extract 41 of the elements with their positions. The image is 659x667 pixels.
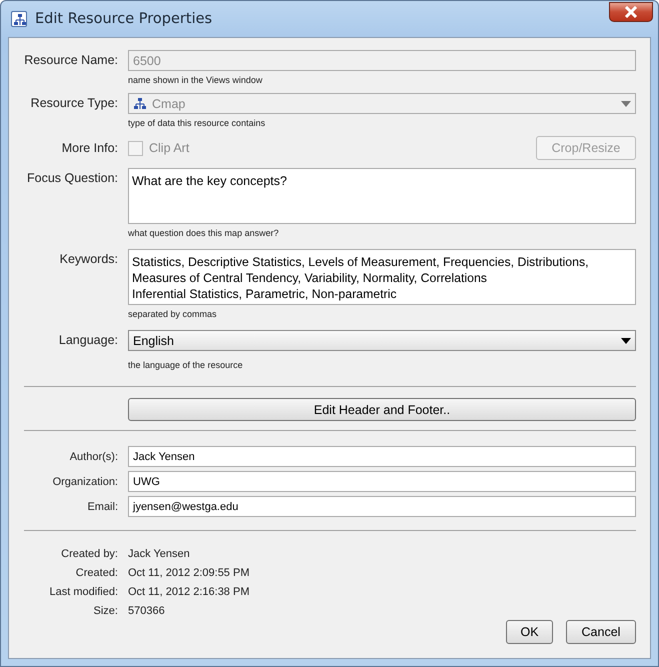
- language-dropdown[interactable]: English: [128, 330, 636, 351]
- field-label: Author(s):: [68, 450, 118, 462]
- edit-header-footer-button[interactable]: Edit Header and Footer..: [128, 398, 636, 421]
- text-field[interactable]: UWG: [128, 471, 636, 492]
- field-hint: the language of the resource: [128, 360, 243, 370]
- field-label: Keywords:: [58, 251, 118, 266]
- dropdown-arrow-icon: [621, 338, 631, 344]
- field-label: Email:: [86, 500, 118, 512]
- field-label: Resource Type:: [30, 95, 118, 110]
- cmap-icon: [133, 96, 147, 110]
- keywords-line: Inferential Statistics, Parametric, Non-parametric: [132, 286, 396, 302]
- window-title: Edit Resource Properties: [35, 11, 214, 27]
- field-hint: name shown in the Views window: [128, 75, 262, 85]
- field-label: Language:: [58, 332, 118, 347]
- dropdown-arrow-icon: [621, 100, 631, 106]
- info-label: Created by:: [60, 548, 118, 560]
- field-label: More Info:: [60, 140, 118, 155]
- field-hint: separated by commas: [128, 309, 217, 319]
- field-hint: type of data this resource contains: [128, 118, 266, 128]
- keywords-field[interactable]: [128, 249, 636, 305]
- close-icon: [624, 6, 638, 18]
- info-value: 570366: [128, 604, 165, 616]
- text-field[interactable]: Jack Yensen: [128, 446, 636, 467]
- keywords-line: Statistics, Descriptive Statistics, Levels of Measurement, Frequencies, Distributions,: [132, 254, 589, 270]
- field-label: Resource Name:: [24, 52, 118, 67]
- info-value: Oct 11, 2012 2:16:38 PM: [128, 586, 250, 598]
- field-label: Organization:: [52, 476, 118, 488]
- info-value: Oct 11, 2012 2:09:55 PM: [128, 566, 250, 578]
- text-field[interactable]: jyensen@westga.edu: [128, 496, 636, 517]
- close-button[interactable]: [609, 2, 653, 22]
- field-label: Focus Question:: [26, 170, 118, 185]
- dialog-button[interactable]: Cancel: [566, 620, 636, 644]
- info-label: Created:: [74, 566, 118, 578]
- info-label: Last modified:: [48, 586, 118, 598]
- field-hint: what question does this map answer?: [128, 228, 279, 238]
- focus-question-field[interactable]: What are the key concepts?: [128, 168, 636, 224]
- dialog-button[interactable]: OK: [506, 620, 553, 644]
- info-label: Size:: [92, 604, 118, 616]
- checkbox-label: Clip Art: [149, 141, 190, 155]
- info-value: Jack Yensen: [128, 548, 190, 560]
- keywords-line: Measures of Central Tendency, Variability, Normality, Correlations: [132, 270, 487, 286]
